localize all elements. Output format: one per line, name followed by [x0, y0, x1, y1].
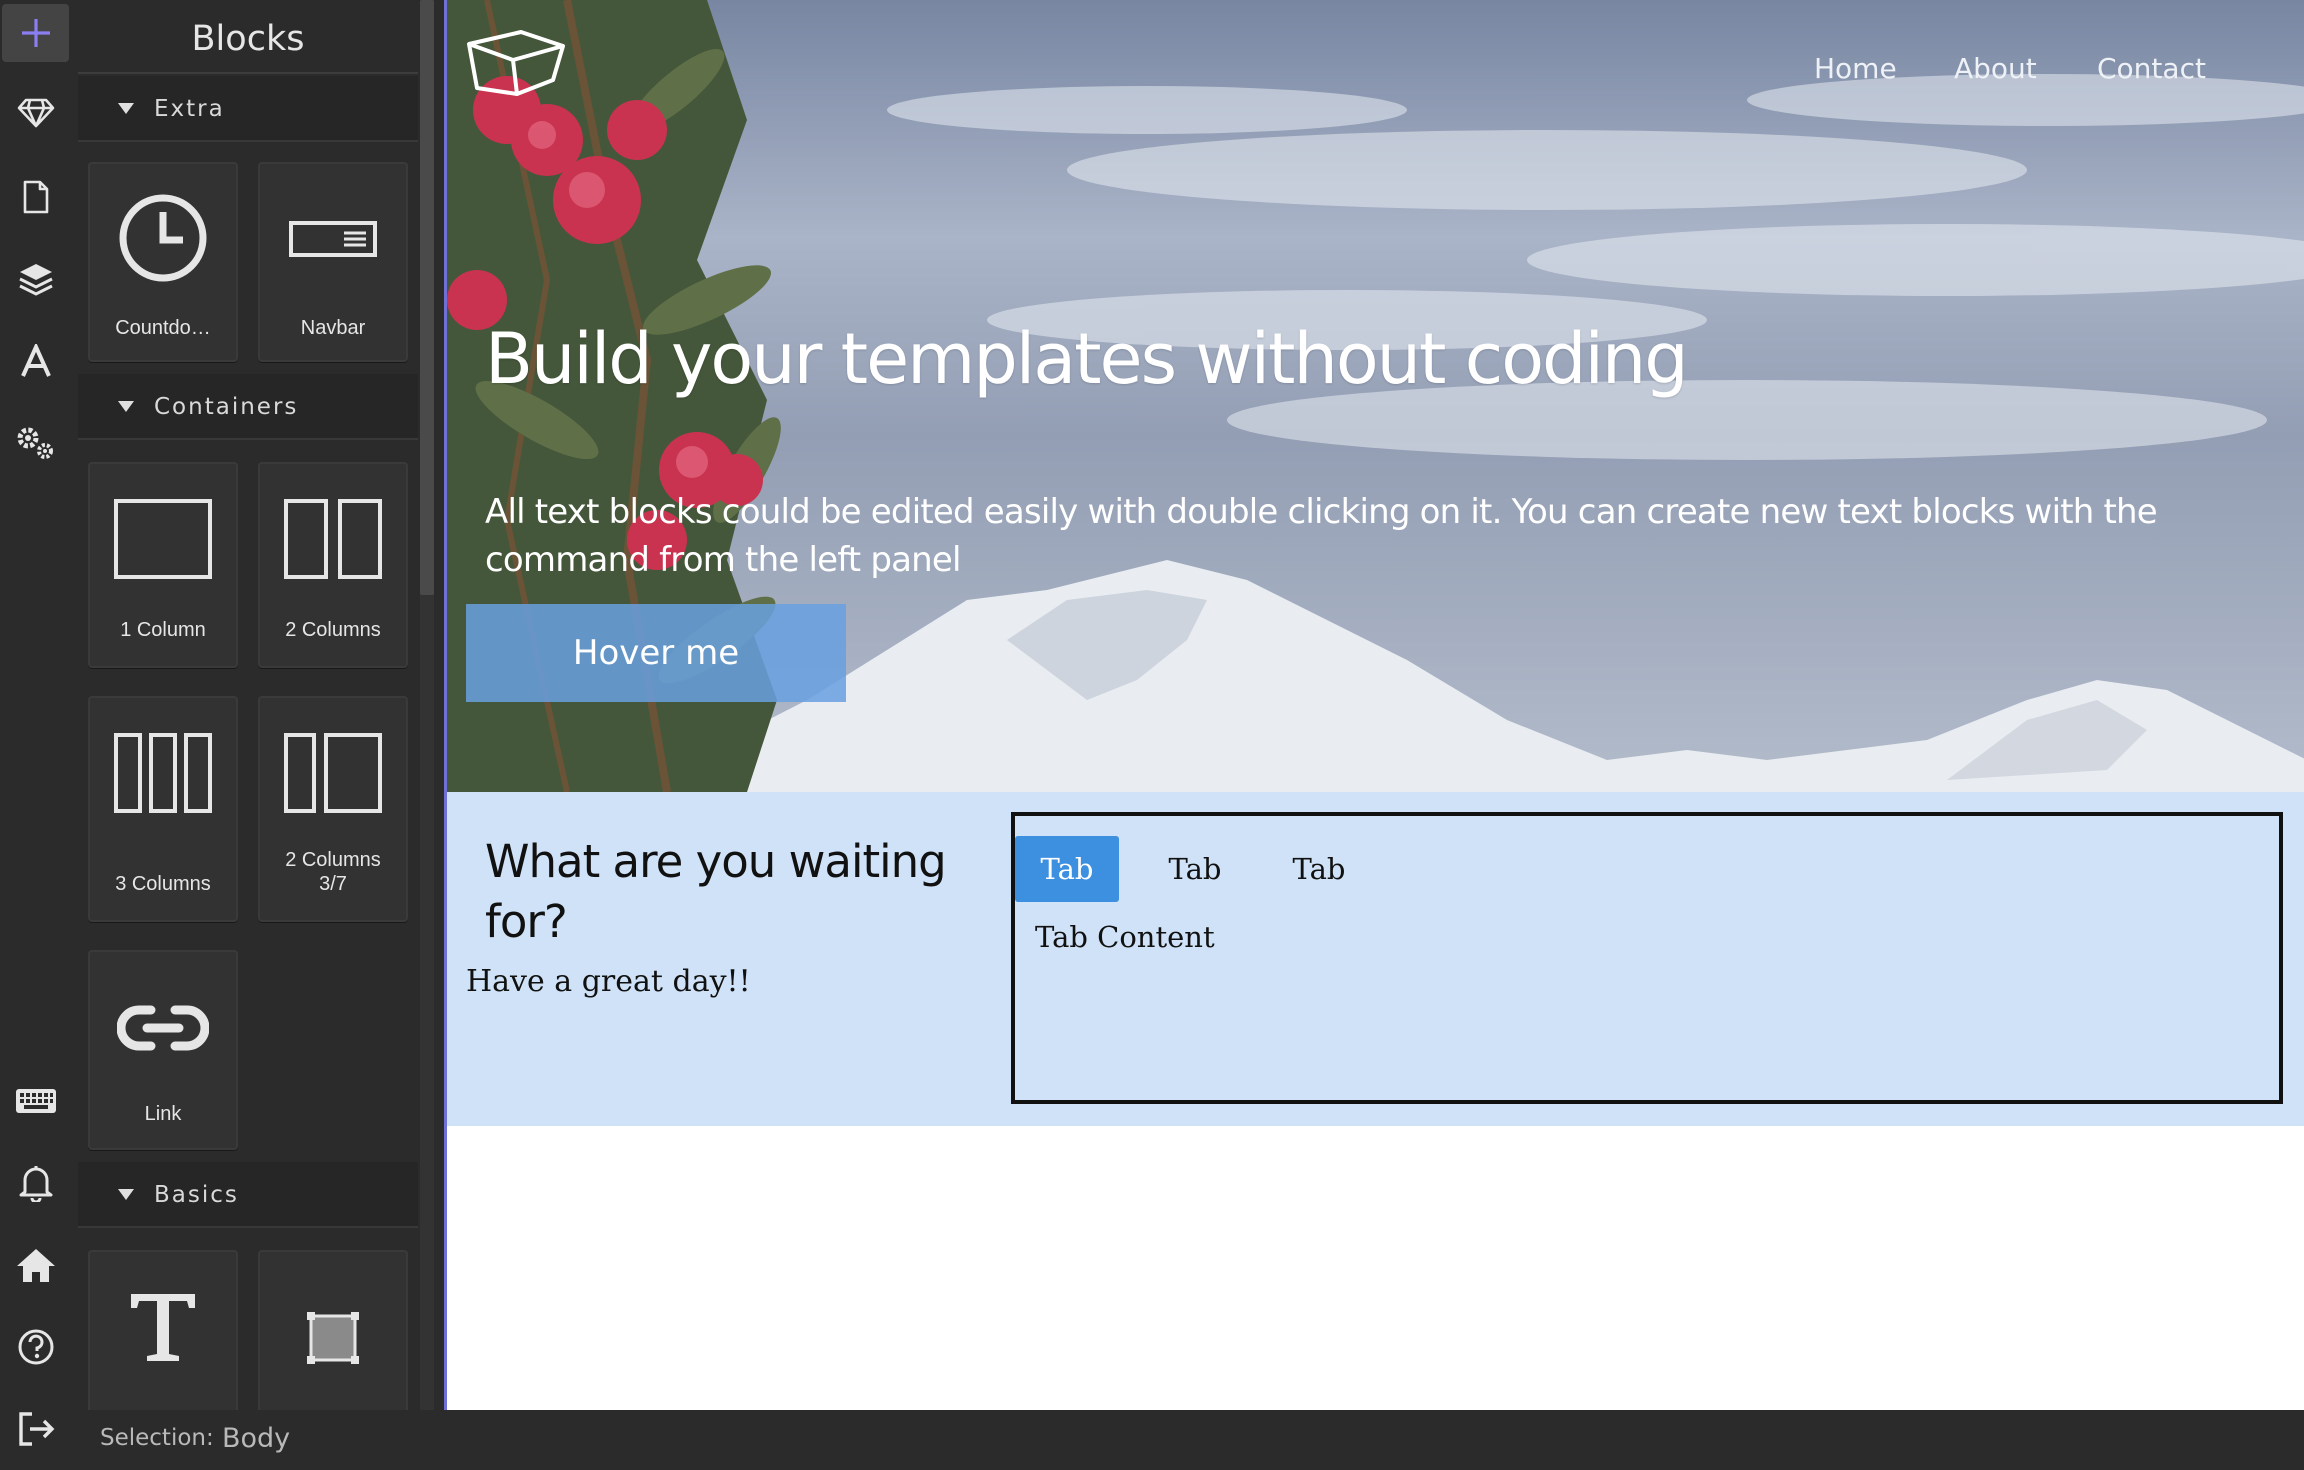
category-containers[interactable]: Containers [78, 374, 418, 440]
block-3-columns[interactable]: 3 Columns [88, 696, 238, 922]
category-label: Containers [154, 394, 299, 420]
diamond-icon [17, 98, 54, 128]
three-columns-icon [114, 733, 212, 813]
logout-icon [18, 1412, 54, 1446]
notifications-button[interactable] [2, 1154, 69, 1212]
hero-title[interactable]: Build your templates without coding [485, 318, 1689, 400]
section-text[interactable]: Have a great day!! [466, 964, 751, 999]
hero-section[interactable]: Home About Contact Build your templates … [447, 0, 2304, 792]
block-countdown[interactable]: Countdo… [88, 162, 238, 362]
hover-me-button[interactable]: Hover me [466, 604, 846, 702]
block-1-column[interactable]: 1 Column [88, 462, 238, 668]
block-2-columns[interactable]: 2 Columns [258, 462, 408, 668]
panel-title: Blocks [78, 0, 418, 74]
category-extra[interactable]: Extra [78, 76, 418, 142]
keyboard-icon [15, 1089, 56, 1113]
bell-icon [19, 1166, 52, 1202]
section-title[interactable]: What are you waiting for? [485, 832, 965, 952]
editor-canvas[interactable]: Home About Contact Build your templates … [444, 0, 2304, 1410]
one-column-icon [114, 499, 212, 579]
caret-down-icon [118, 103, 134, 114]
hero-lead-text[interactable]: All text blocks could be edited easily w… [485, 488, 2225, 584]
block-text[interactable] [88, 1250, 238, 1410]
block-label-line1: 2 Columns [285, 849, 381, 871]
help-icon [18, 1329, 53, 1365]
keyboard-shortcuts-button[interactable] [2, 1072, 69, 1130]
block-label: Navbar [300, 317, 366, 339]
page-icon [23, 180, 48, 214]
block-navbar[interactable]: Navbar [258, 162, 408, 362]
clock-icon [119, 194, 207, 282]
caret-down-icon [118, 401, 134, 412]
two-columns-3-7-icon [284, 733, 382, 813]
category-label: Extra [154, 96, 225, 122]
tabs-component[interactable]: Tab Tab Tab Tab Content [1011, 812, 2283, 1104]
help-button[interactable] [2, 1318, 69, 1376]
block-label: Link [144, 1103, 182, 1125]
block-label: 1 Column [120, 619, 206, 641]
text-icon [131, 1294, 195, 1361]
selection-value: Body [222, 1423, 291, 1454]
tab-3[interactable]: Tab [1269, 836, 1369, 902]
block-label-line2: 3/7 [319, 873, 347, 895]
style-manager-button[interactable] [2, 84, 69, 142]
cta-section[interactable]: What are you waiting for? Have a great d… [447, 792, 2304, 1126]
block-label: 2 Columns [285, 619, 381, 641]
settings-icon [17, 427, 53, 459]
typography-button[interactable] [2, 332, 69, 390]
category-label: Basics [154, 1182, 239, 1208]
blocks-panel: Blocks Extra Countdo… Navbar Containers … [78, 0, 418, 1410]
block-label: Countdo… [115, 317, 211, 339]
home-button[interactable] [2, 1236, 69, 1294]
add-block-button[interactable] [2, 4, 69, 62]
pages-button[interactable] [2, 168, 69, 226]
block-2-columns-3-7[interactable]: 2 Columns 3/7 [258, 696, 408, 922]
two-columns-icon [284, 499, 382, 579]
logo-icon[interactable] [465, 28, 569, 98]
nav-link-home[interactable]: Home [1814, 52, 1897, 85]
plus-icon [21, 19, 50, 47]
block-image[interactable] [258, 1250, 408, 1410]
typography-icon [20, 344, 51, 377]
category-basics[interactable]: Basics [78, 1162, 418, 1228]
image-icon [307, 1312, 359, 1364]
nav-link-about[interactable]: About [1954, 52, 2037, 85]
home-icon [16, 1249, 55, 1282]
block-link[interactable]: Link [88, 950, 238, 1150]
panel-scrollbar[interactable] [420, 0, 434, 595]
tab-1[interactable]: Tab [1015, 836, 1119, 902]
layers-icon [18, 264, 53, 296]
tab-2[interactable]: Tab [1145, 836, 1245, 902]
logout-button[interactable] [2, 1400, 69, 1458]
selection-label: Selection: [100, 1425, 214, 1451]
link-icon [117, 1005, 209, 1051]
caret-down-icon [118, 1189, 134, 1200]
navbar-icon [289, 221, 377, 257]
settings-button[interactable] [2, 414, 69, 472]
icon-rail [0, 0, 72, 1470]
block-label: 3 Columns [115, 873, 211, 895]
nav-link-contact[interactable]: Contact [2097, 52, 2206, 85]
status-bar: Selection: Body [72, 1410, 2304, 1470]
tab-content[interactable]: Tab Content [1035, 920, 1215, 954]
layer-manager-button[interactable] [2, 250, 69, 308]
